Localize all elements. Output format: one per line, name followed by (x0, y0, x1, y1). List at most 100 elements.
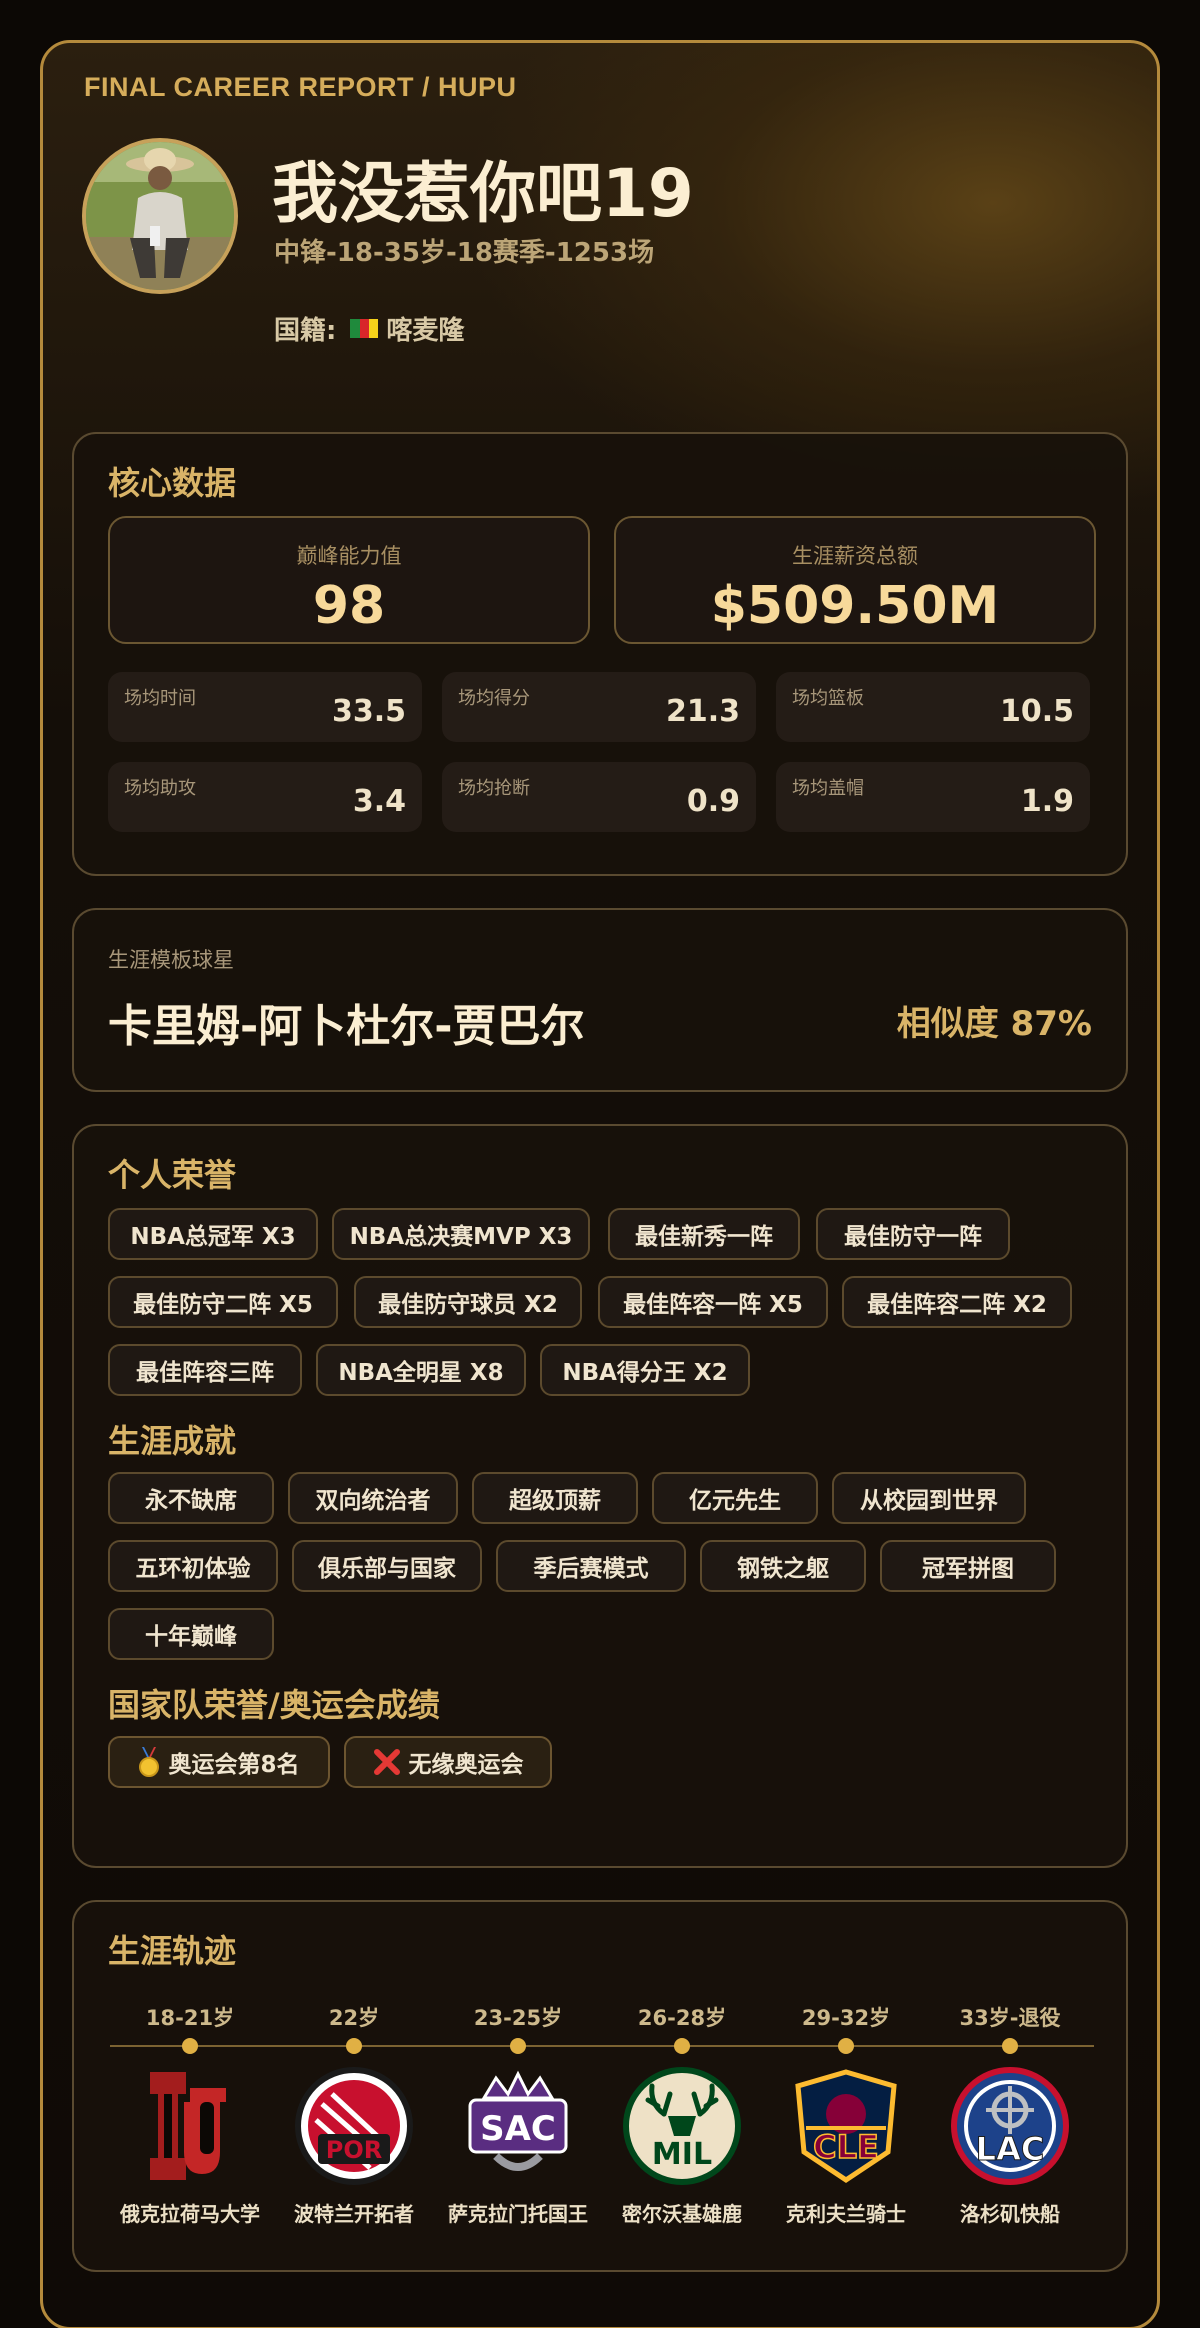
achievements-title: 生涯成就 (108, 1422, 237, 1460)
honor-chip: 最佳新秀一阵 (608, 1208, 800, 1260)
career-path-title: 生涯轨迹 (108, 1932, 237, 1970)
career-salary-box: 生涯薪资总额 $509.50M (614, 516, 1096, 644)
svg-text:LAC: LAC (976, 2130, 1045, 2168)
honor-chip: 最佳阵容三阵 (108, 1344, 302, 1396)
honor-chip: 最佳防守二阵 X5 (108, 1276, 338, 1328)
career-salary-label: 生涯薪资总额 (792, 544, 918, 568)
stat-minutes: 场均时间 33.5 (108, 672, 422, 742)
career-stop-team: 波特兰开拓者 (294, 2202, 414, 2226)
svg-text:MIL: MIL (652, 2137, 712, 2172)
achievement-chip: 季后赛模式 (496, 1540, 686, 1592)
peak-rating-label: 巅峰能力值 (296, 544, 402, 568)
achievement-chip: 俱乐部与国家 (292, 1540, 482, 1592)
stat-label: 场均抢断 (458, 778, 530, 799)
honor-chip: NBA得分王 X2 (540, 1344, 750, 1396)
achievement-chip: 五环初体验 (108, 1540, 278, 1592)
clippers-logo-icon: LAC (948, 2064, 1072, 2188)
nationality-value: 喀麦隆 (386, 316, 465, 346)
milwaukee-logo-icon: MIL (620, 2064, 744, 2188)
cleveland-logo-icon: CLE (784, 2064, 908, 2188)
nationality-row: 国籍: 喀麦隆 (274, 310, 464, 347)
stat-value: 1.9 (1020, 784, 1074, 819)
career-stop-age: 23-25岁 (473, 2006, 563, 2030)
achievement-chip: 永不缺席 (108, 1472, 274, 1524)
timeline-dot (510, 2038, 526, 2054)
stat-value: 21.3 (665, 694, 740, 729)
stat-blocks: 场均盖帽 1.9 (776, 762, 1090, 832)
player-summary: 中锋-18-35岁-18赛季-1253场 (274, 238, 655, 268)
stat-assists: 场均助攻 3.4 (108, 762, 422, 832)
peak-rating-value: 98 (312, 576, 386, 636)
achievement-chip: 钢铁之躯 (700, 1540, 866, 1592)
timeline-dot (1002, 2038, 1018, 2054)
career-stop: 29-32岁 CLE 克利夫兰骑士 (764, 2002, 928, 2227)
honor-chip: 最佳阵容一阵 X5 (598, 1276, 828, 1328)
honor-chip: 最佳防守球员 X2 (354, 1276, 582, 1328)
honor-chip: 最佳防守一阵 (816, 1208, 1010, 1260)
core-stats-panel: 核心数据 巅峰能力值 98 生涯薪资总额 $509.50M 场均时间 33.5 … (72, 432, 1128, 876)
timeline-dot (182, 2038, 198, 2054)
svg-text:POR: POR (326, 2136, 382, 2164)
medal-icon (139, 1747, 160, 1777)
svg-text:CLE: CLE (813, 2128, 879, 2166)
career-stop-team: 洛杉矶快船 (960, 2202, 1060, 2226)
career-salary-value: $509.50M (710, 576, 1000, 636)
oklahoma-logo-icon (128, 2064, 252, 2188)
no-olympics-label: 无缘奥运会 (408, 1752, 524, 1778)
career-stop: 22岁 POR 波特兰开拓者 (272, 2002, 436, 2227)
honors-title: 个人荣誉 (108, 1156, 237, 1194)
template-label: 生涯模板球星 (108, 948, 234, 972)
career-stop-team: 克利夫兰骑士 (786, 2202, 906, 2226)
career-stop-age: 33岁-退役 (959, 2006, 1061, 2030)
sacramento-logo-icon: SAC (456, 2064, 580, 2188)
olympic-result-chip: 奥运会第8名 (108, 1736, 330, 1788)
career-stop-age: 29-32岁 (801, 2006, 891, 2030)
stat-value: 10.5 (999, 694, 1074, 729)
stat-label: 场均盖帽 (792, 778, 864, 799)
template-player-name: 卡里姆-阿卜杜尔-贾巴尔 (108, 1001, 585, 1052)
template-player-panel: 生涯模板球星 卡里姆-阿卜杜尔-贾巴尔 相似度 87% (72, 908, 1128, 1092)
timeline-dot (346, 2038, 362, 2054)
cross-icon (373, 1749, 400, 1775)
honor-chip: 最佳阵容二阵 X2 (842, 1276, 1072, 1328)
achievement-chip: 双向统治者 (288, 1472, 458, 1524)
stat-value: 3.4 (352, 784, 406, 819)
stat-points: 场均得分 21.3 (442, 672, 756, 742)
stat-label: 场均时间 (124, 688, 196, 709)
cameroon-flag-icon (350, 319, 379, 338)
achievement-chip: 十年巅峰 (108, 1608, 274, 1660)
stat-value: 0.9 (686, 784, 740, 819)
career-stop-team: 俄克拉荷马大学 (120, 2202, 260, 2226)
honor-chip: NBA总决赛MVP X3 (332, 1208, 590, 1260)
honor-chip: NBA总冠军 X3 (108, 1208, 318, 1260)
olympic-result-label: 奥运会第8名 (168, 1752, 300, 1778)
career-stop-team: 萨克拉门托国王 (448, 2202, 588, 2226)
achievement-chip: 从校园到世界 (832, 1472, 1026, 1524)
achievement-chip: 亿元先生 (652, 1472, 818, 1524)
core-stats-title: 核心数据 (108, 464, 237, 502)
report-title: FINAL CAREER REPORT / HUPU (84, 72, 517, 102)
stat-value: 33.5 (331, 694, 406, 729)
stat-label: 场均助攻 (124, 778, 196, 799)
career-path-panel: 生涯轨迹 18-21岁 俄克拉荷马大学 22岁 POR 波特兰开拓者 23-25… (72, 1900, 1128, 2272)
achievement-chip: 超级顶薪 (472, 1472, 638, 1524)
svg-text:SAC: SAC (480, 2109, 556, 2149)
portland-logo-icon: POR (292, 2064, 416, 2188)
career-stop: 23-25岁 SAC 萨克拉门托国王 (436, 2002, 600, 2227)
career-stop-age: 18-21岁 (145, 2006, 235, 2030)
career-stop-team: 密尔沃基雄鹿 (622, 2202, 742, 2226)
timeline-dot (838, 2038, 854, 2054)
career-stop: 26-28岁 MIL 密尔沃基雄鹿 (600, 2002, 764, 2227)
honors-panel: 个人荣誉 NBA总冠军 X3 NBA总决赛MVP X3 最佳新秀一阵 最佳防守一… (72, 1124, 1128, 1868)
similarity-value: 相似度 87% (896, 1004, 1092, 1044)
stat-label: 场均篮板 (792, 688, 864, 709)
career-stop: 18-21岁 俄克拉荷马大学 (108, 2002, 272, 2227)
stat-rebounds: 场均篮板 10.5 (776, 672, 1090, 742)
player-name: 我没惹你吧19 (272, 155, 694, 232)
career-stop: 33岁-退役 LAC 洛杉矶快船 (928, 2002, 1092, 2227)
stat-label: 场均得分 (458, 688, 530, 709)
career-stop-age: 26-28岁 (637, 2006, 727, 2030)
nationality-label: 国籍: (274, 316, 337, 346)
timeline-dot (674, 2038, 690, 2054)
player-avatar (82, 138, 238, 294)
